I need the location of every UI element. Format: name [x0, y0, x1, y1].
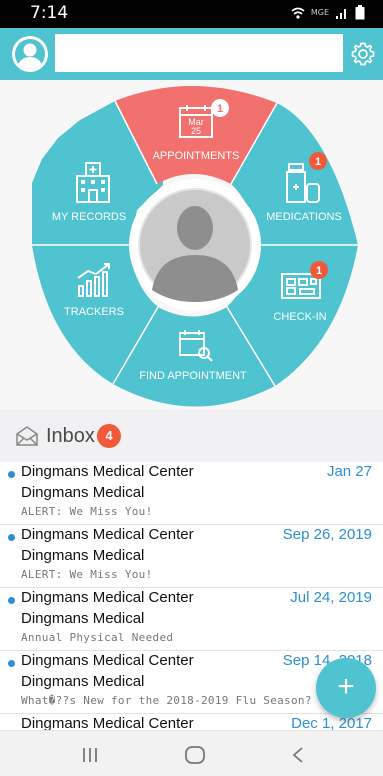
message-sender: Dingmans Medical Center [21, 526, 194, 543]
message-date: Jan 27 [326, 463, 372, 480]
appointments-badge-count: 1 [217, 103, 223, 115]
message-sender: Dingmans Medical Center [21, 652, 194, 669]
appointments-label: APPOINTMENTS [153, 150, 240, 162]
medications-badge-count: 1 [315, 156, 321, 168]
status-time: 7:14 [30, 3, 69, 23]
message-row[interactable]: Dingmans Medical Center Dec 1, 2017 [0, 714, 383, 730]
home-icon[interactable] [184, 745, 206, 765]
calendar-day: 25 [191, 126, 201, 136]
message-date: Sep 26, 2019 [282, 526, 372, 543]
check-in-label: CHECK-IN [273, 311, 326, 323]
app-header [0, 28, 383, 80]
find-appointment-label: FIND APPOINTMENT [139, 370, 247, 382]
message-subject: ALERT: We Miss You! [21, 568, 153, 581]
wifi-icon [291, 7, 305, 19]
message-subject: Annual Physical Needed [21, 631, 174, 644]
compose-fab-button[interactable]: + [316, 658, 376, 718]
check-in-badge-count: 1 [316, 265, 322, 277]
message-facility: Dingmans Medical [21, 484, 145, 501]
message-subject: ALERT: We Miss You! [21, 505, 153, 518]
my-records-label: MY RECORDS [52, 211, 126, 223]
battery-icon [355, 5, 365, 20]
unread-dot [8, 534, 15, 541]
message-sender: Dingmans Medical Center [21, 715, 194, 730]
unread-dot [8, 660, 15, 667]
message-facility: Dingmans Medical [21, 547, 145, 564]
message-facility: Dingmans Medical [21, 673, 145, 690]
message-date: Jul 24, 2019 [290, 589, 372, 606]
trackers-label: TRACKERS [64, 306, 124, 318]
search-input[interactable] [55, 34, 343, 72]
recent-apps-icon[interactable] [80, 745, 100, 765]
user-icon [17, 43, 43, 69]
gear-icon[interactable] [350, 41, 376, 67]
status-bar: 7:14 MGE [0, 0, 383, 28]
system-nav-bar [0, 730, 383, 776]
inbox-unread-badge: 4 [97, 424, 121, 448]
message-row[interactable]: Dingmans Medical Center Sep 26, 2019 Din… [0, 525, 383, 588]
profile-avatar-button[interactable] [12, 36, 48, 72]
message-facility: Dingmans Medical [21, 610, 145, 627]
network-type-label: MGE [310, 8, 329, 17]
message-row[interactable]: Dingmans Medical Center Jul 24, 2019 Din… [0, 588, 383, 651]
dashboard-wheel: Mar 25 1 APPOINTMENTS MY RECORDS 1 MEDIC… [0, 80, 383, 410]
unread-dot [8, 597, 15, 604]
inbox-title: Inbox [46, 425, 95, 447]
signal-icon [336, 8, 346, 19]
inbox-header[interactable]: Inbox 4 [0, 410, 383, 462]
message-date: Dec 1, 2017 [291, 715, 372, 730]
message-sender: Dingmans Medical Center [21, 463, 194, 480]
back-icon[interactable] [290, 745, 306, 765]
envelope-icon [16, 426, 38, 446]
medications-label: MEDICATIONS [266, 211, 342, 223]
status-icons: MGE [291, 5, 365, 20]
message-sender: Dingmans Medical Center [21, 589, 194, 606]
message-row[interactable]: Dingmans Medical Center Jan 27 Dingmans … [0, 462, 383, 525]
message-subject: What�??s New for the 2018-2019 Flu Seaso… [21, 694, 312, 707]
unread-dot [8, 471, 15, 478]
